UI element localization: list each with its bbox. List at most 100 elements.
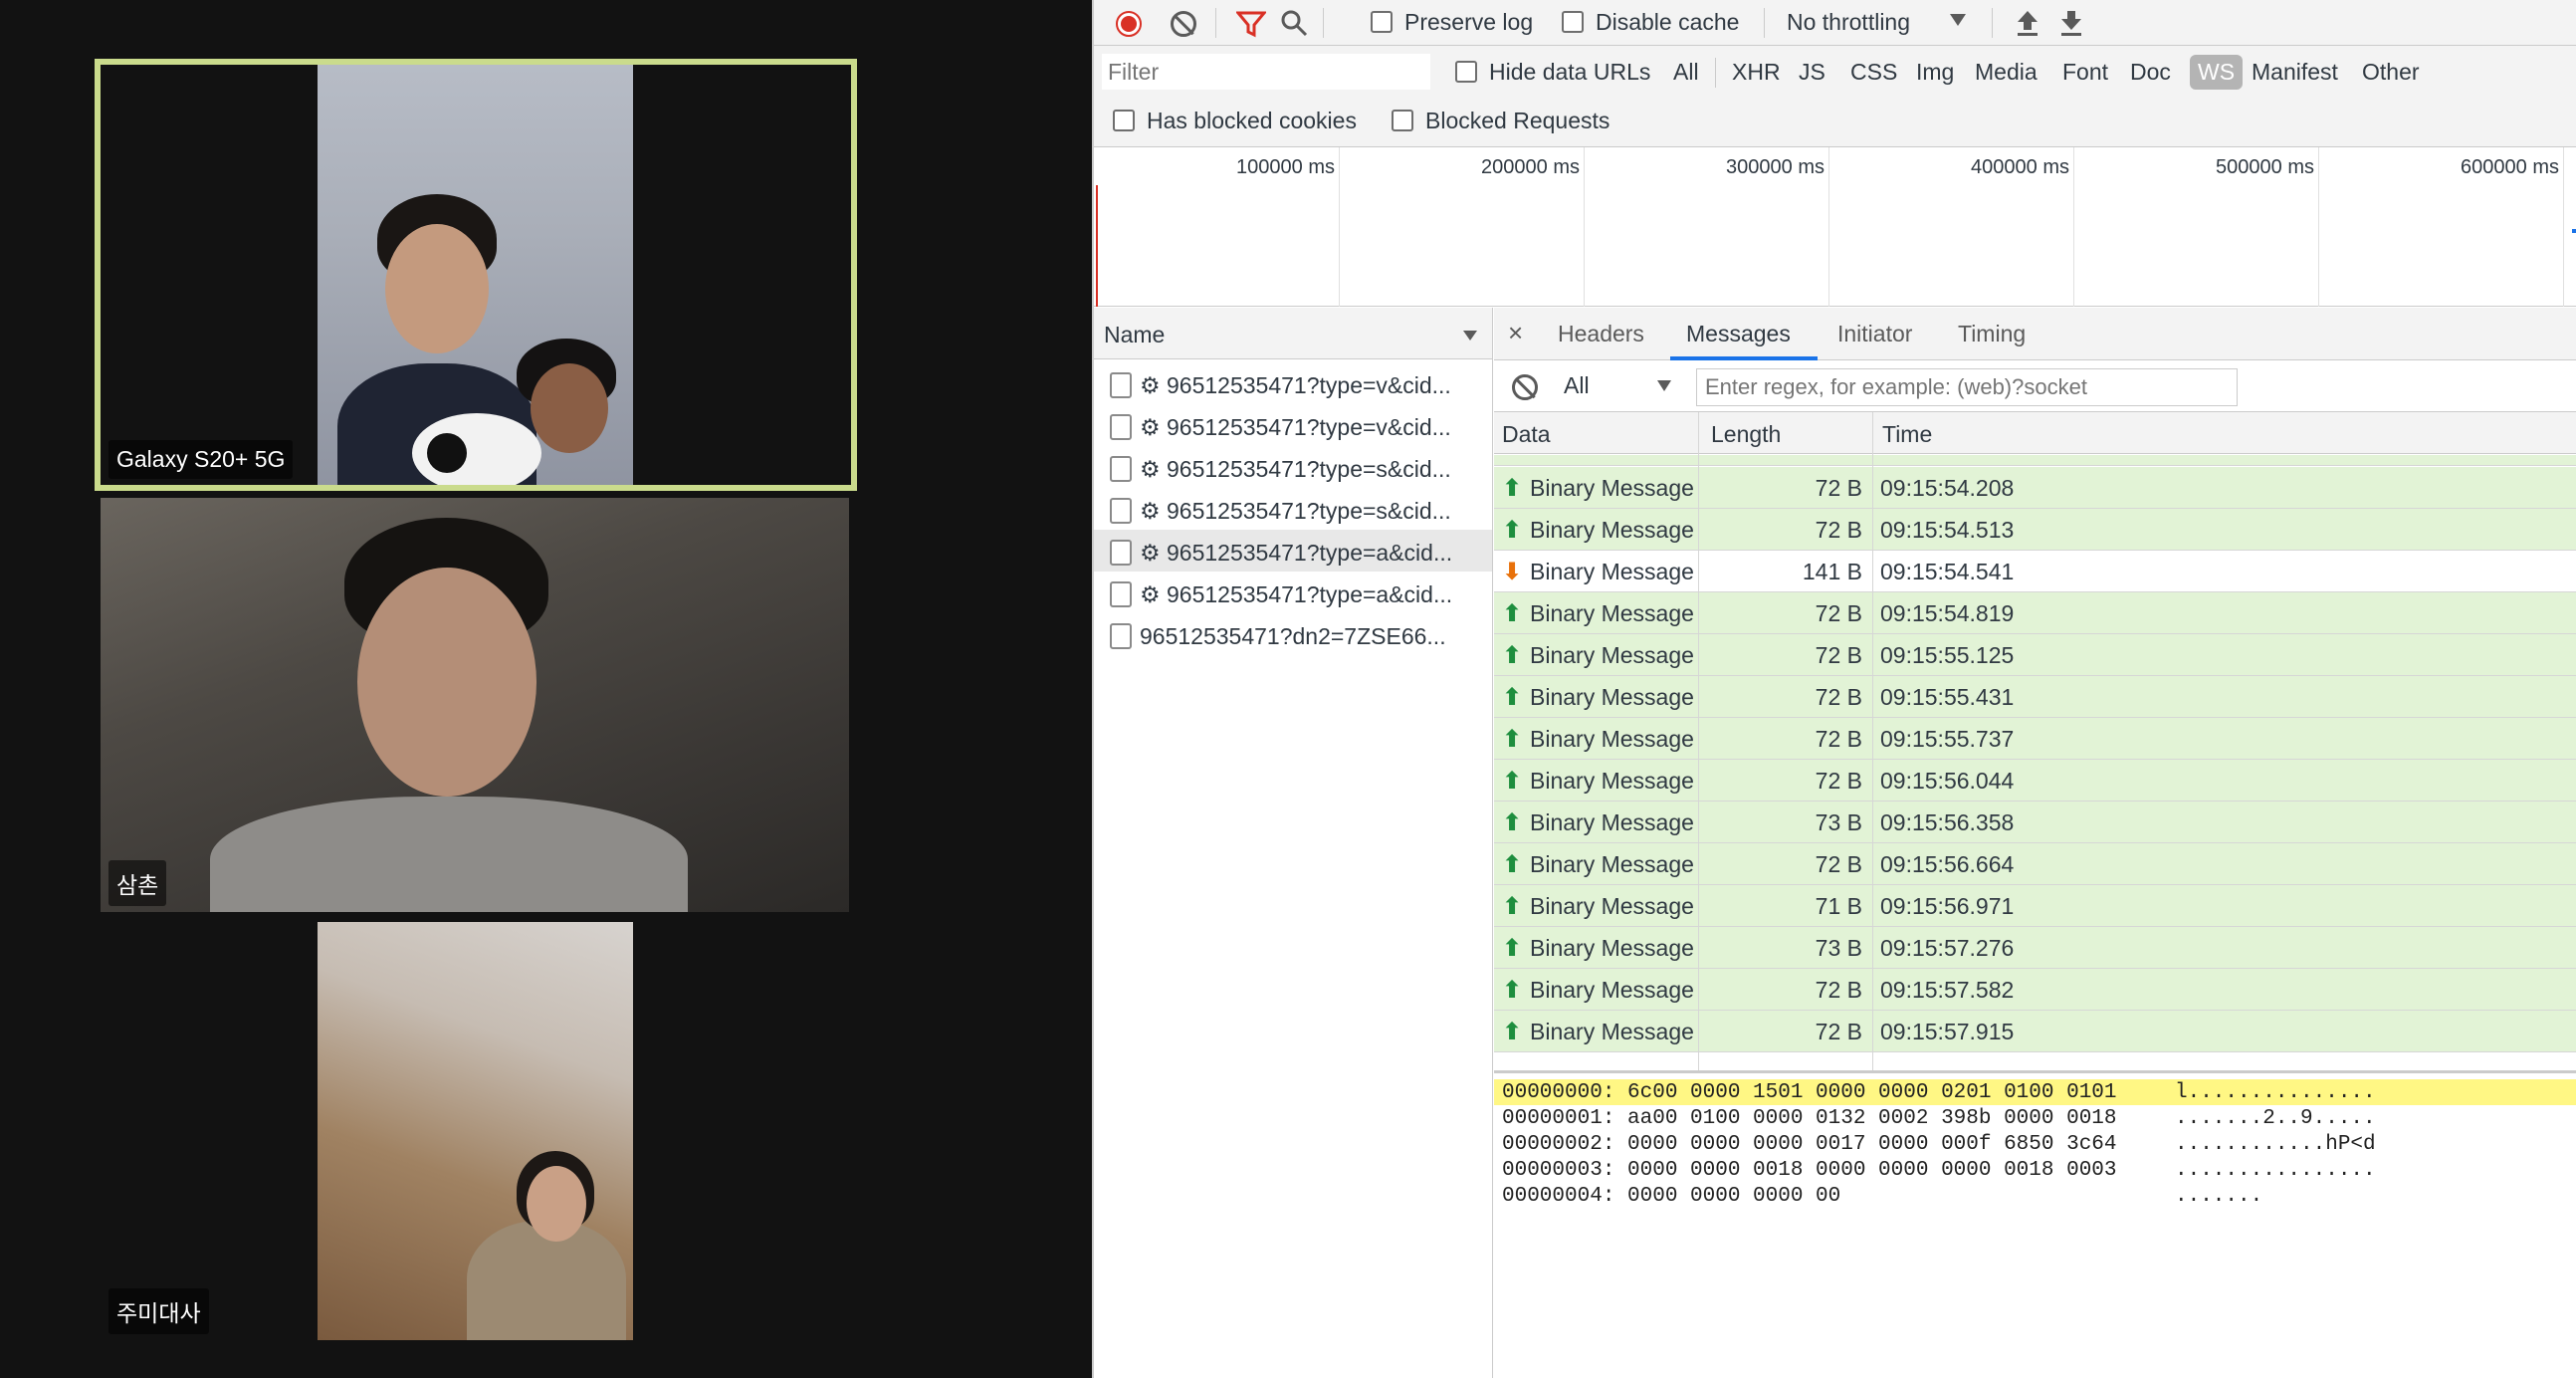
video-call-gallery: Galaxy S20+ 5G 삼촌 주미대사	[0, 0, 1092, 1378]
message-row-sent[interactable]: ⬆ Binary Message 72 B 09:15:54.513	[1494, 509, 2576, 551]
type-filter-manifest[interactable]: Manifest	[2244, 55, 2346, 90]
message-data: Binary Message	[1530, 684, 1694, 710]
record-icon[interactable]	[1116, 11, 1142, 37]
type-filter-img[interactable]: Img	[1908, 55, 1962, 90]
participant-tile-active-speaker[interactable]: Galaxy S20+ 5G	[95, 59, 857, 491]
participant-video	[318, 922, 633, 1340]
tab-headers[interactable]: Headers	[1558, 321, 1644, 347]
type-filter-js[interactable]: JS	[1791, 55, 1833, 90]
message-row-sent[interactable]: ⬆ Binary Message 72 B 09:15:57.915	[1494, 1011, 2576, 1052]
arrow-up-icon: ⬆	[1502, 1019, 1523, 1045]
filter-icon[interactable]	[1234, 10, 1268, 43]
blocked-requests-checkbox[interactable]	[1392, 110, 1413, 131]
message-length: 72 B	[1815, 475, 1862, 501]
type-filter-font[interactable]: Font	[2054, 55, 2116, 90]
column-header-length[interactable]: Length	[1711, 421, 1781, 448]
message-row-sent[interactable]: ⬆ Binary Message 72 B 09:15:55.431	[1494, 676, 2576, 718]
message-data: Binary Message	[1530, 768, 1694, 794]
message-data: Binary Message	[1530, 600, 1694, 626]
message-length: 141 B	[1802, 559, 1862, 584]
request-row-selected[interactable]: ⚙ 96512535471?type=a&cid...	[1094, 530, 1492, 572]
message-time: 09:15:57.582	[1880, 977, 2015, 1003]
message-time: 09:15:54.208	[1880, 475, 2015, 501]
clear-messages-icon[interactable]	[1512, 374, 1538, 400]
has-blocked-cookies-checkbox[interactable]	[1113, 110, 1135, 131]
message-row-sent[interactable]: ⬆ Binary Message 73 B 09:15:56.358	[1494, 802, 2576, 843]
participant-tile[interactable]: 주미대사	[101, 922, 849, 1340]
timeline-tick-label: 300000 ms	[1726, 156, 1825, 178]
message-row-sent[interactable]: ⬆ Binary Message 72 B 09:15:56.044	[1494, 760, 2576, 802]
request-name: ⚙ 96512535471?type=a&cid...	[1140, 540, 1453, 566]
chevron-down-icon	[1950, 14, 1966, 26]
participant-name: 주미대사	[108, 1288, 209, 1334]
message-time: 09:15:56.971	[1880, 893, 2015, 919]
throttling-select[interactable]: No throttling	[1787, 9, 1910, 36]
message-row-received[interactable]: ⬇ Binary Message 141 B 09:15:54.541	[1494, 551, 2576, 592]
request-row[interactable]: 96512535471?dn2=7ZSE66...	[1094, 613, 1492, 655]
type-filter-doc[interactable]: Doc	[2122, 55, 2179, 90]
request-row[interactable]: ⚙ 96512535471?type=a&cid...	[1094, 572, 1492, 613]
message-regex-input[interactable]	[1696, 368, 2238, 406]
message-row-sent[interactable]: ⬆ Binary Message 72 B 09:15:57.582	[1494, 969, 2576, 1011]
type-filter-other[interactable]: Other	[2354, 55, 2428, 90]
request-row[interactable]: ⚙ 96512535471?type=s&cid...	[1094, 446, 1492, 488]
hex-ascii: .......2..9.....	[2175, 1107, 2376, 1130]
message-time: 09:15:54.513	[1880, 517, 2015, 543]
arrow-up-icon: ⬆	[1502, 600, 1523, 627]
message-row-sent[interactable]: ⬆ Binary Message 72 B 09:15:54.819	[1494, 592, 2576, 634]
type-filter-media[interactable]: Media	[1967, 55, 2045, 90]
tab-timing[interactable]: Timing	[1958, 321, 2026, 347]
type-filter-css[interactable]: CSS	[1842, 55, 1905, 90]
preserve-log-checkbox[interactable]	[1371, 11, 1393, 33]
hex-line: 00000002: 0000 0000 0000 0017 0000 000f …	[1494, 1131, 2576, 1157]
chevron-down-icon	[1657, 380, 1671, 391]
request-row[interactable]: ⚙ 96512535471?type=v&cid...	[1094, 404, 1492, 446]
arrow-up-icon: ⬆	[1502, 893, 1523, 920]
upload-icon[interactable]	[2014, 8, 2041, 43]
message-time: 09:15:54.541	[1880, 559, 2015, 584]
detail-tab-bar: × Headers Messages Initiator Timing	[1494, 308, 2576, 360]
arrow-up-icon: ⬆	[1502, 977, 1523, 1004]
type-filter-xhr[interactable]: XHR	[1724, 55, 1789, 90]
close-icon[interactable]: ×	[1508, 318, 1523, 348]
request-row[interactable]: ⚙ 96512535471?type=s&cid...	[1094, 488, 1492, 530]
request-name: ⚙ 96512535471?type=s&cid...	[1140, 498, 1451, 524]
request-row[interactable]: ⚙ 96512535471?type=v&cid...	[1094, 362, 1492, 404]
column-header-time[interactable]: Time	[1882, 421, 1932, 448]
search-icon[interactable]	[1280, 9, 1308, 42]
message-time: 09:15:54.819	[1880, 600, 2015, 626]
message-row-sent[interactable]: ⬆ Binary Message 72 B 09:15:54.208	[1494, 467, 2576, 509]
participant-video	[318, 65, 633, 485]
request-name: ⚙ 96512535471?type=v&cid...	[1140, 372, 1451, 398]
message-row-sent[interactable]: ⬆ Binary Message 71 B 09:15:56.971	[1494, 885, 2576, 927]
devtools-network-panel: Preserve log Disable cache No throttling…	[1092, 0, 2576, 1378]
message-row-sent[interactable]: ⬆ Binary Message 73 B 09:15:57.276	[1494, 927, 2576, 969]
binary-hex-viewer[interactable]: 00000000: 6c00 0000 1501 0000 0000 0201 …	[1494, 1070, 2576, 1378]
message-type-select[interactable]: All	[1564, 372, 1590, 399]
message-length: 72 B	[1815, 726, 1862, 752]
message-row-sent[interactable]: ⬆ Binary Message 72 B 09:15:55.125	[1494, 634, 2576, 676]
sort-down-icon	[1463, 331, 1477, 341]
disable-cache-checkbox[interactable]	[1562, 11, 1584, 33]
type-filter-ws[interactable]: WS	[2190, 55, 2244, 90]
message-time: 09:15:55.125	[1880, 642, 2015, 668]
clear-icon[interactable]	[1171, 11, 1196, 37]
tab-messages[interactable]: Messages	[1686, 321, 1791, 347]
download-icon[interactable]	[2057, 8, 2085, 43]
type-filter-all[interactable]: All	[1665, 55, 1707, 90]
name-column-header[interactable]: Name	[1094, 308, 1492, 359]
hide-data-urls-checkbox[interactable]	[1455, 61, 1477, 83]
arrow-up-icon: ⬆	[1502, 768, 1523, 795]
hex-address-and-bytes: 00000001: aa00 0100 0000 0132 0002 398b …	[1502, 1107, 2117, 1130]
filter-input[interactable]	[1102, 54, 1430, 90]
has-blocked-cookies-label: Has blocked cookies	[1147, 108, 1357, 133]
column-header-data[interactable]: Data	[1502, 421, 1551, 448]
message-row-sent[interactable]: ⬆ Binary Message 72 B 09:15:55.737	[1494, 718, 2576, 760]
message-data: Binary Message	[1530, 517, 1694, 543]
participant-tile[interactable]: 삼촌	[101, 498, 849, 912]
timeline-end-marker	[2572, 229, 2576, 233]
network-overview-timeline[interactable]: 100000 ms 200000 ms 300000 ms 400000 ms …	[1094, 147, 2576, 307]
tab-initiator[interactable]: Initiator	[1837, 321, 1912, 347]
request-name: ⚙ 96512535471?type=v&cid...	[1140, 414, 1451, 440]
message-row-sent[interactable]: ⬆ Binary Message 72 B 09:15:56.664	[1494, 843, 2576, 885]
